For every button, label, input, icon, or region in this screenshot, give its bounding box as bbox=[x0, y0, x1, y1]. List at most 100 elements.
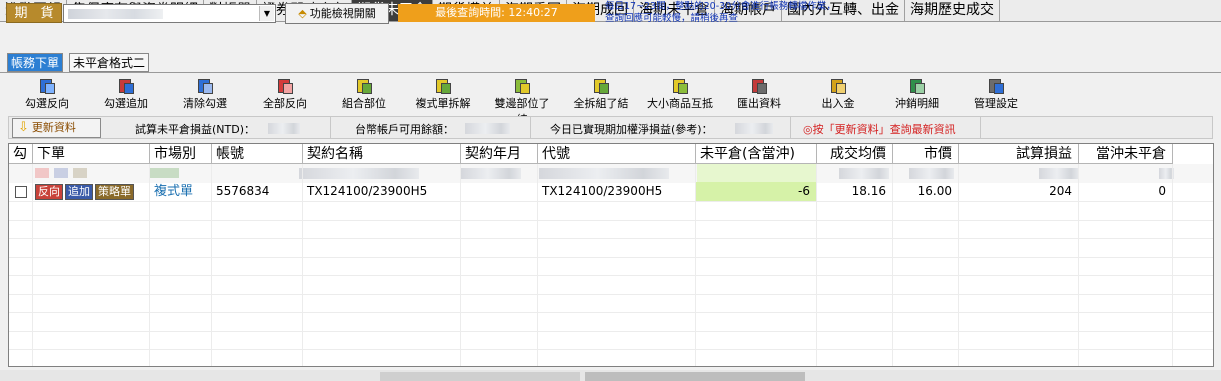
money-icon bbox=[831, 79, 846, 94]
futures-label: 期 貨 bbox=[6, 3, 62, 23]
row-checkbox-cell[interactable] bbox=[9, 182, 33, 201]
tool-button-4[interactable]: 組合部位 bbox=[333, 79, 395, 113]
tool-button-3[interactable]: 全部反向 bbox=[254, 79, 316, 113]
grid-line bbox=[537, 164, 538, 366]
offset-detail-icon bbox=[910, 79, 925, 94]
tool-button-6[interactable]: 雙邊部位了結 bbox=[491, 79, 553, 126]
account-select[interactable]: ▼ bbox=[63, 4, 276, 23]
grid-line bbox=[149, 164, 150, 366]
tool-button-10[interactable]: 出入金 bbox=[807, 79, 869, 113]
column-header-1[interactable]: 下單 bbox=[33, 144, 150, 164]
grid-line bbox=[9, 275, 1213, 276]
column-header-6[interactable]: 代號 bbox=[538, 144, 696, 164]
select-add-icon bbox=[119, 79, 134, 94]
tool-button-11[interactable]: 沖銷明細 bbox=[886, 79, 948, 113]
column-header-11[interactable]: 當沖未平倉 bbox=[1079, 144, 1173, 164]
masked-price bbox=[909, 168, 954, 179]
contract-month-cell bbox=[461, 182, 538, 201]
tool-label: 出入金 bbox=[821, 97, 855, 110]
grid-line bbox=[1078, 164, 1079, 366]
grid-line bbox=[9, 349, 1213, 350]
offset-icon bbox=[673, 79, 688, 94]
grid-line bbox=[892, 164, 893, 366]
tool-label: 清除勾選 bbox=[183, 97, 227, 110]
open-positions-table: 勾下單 市場別 帳號 契約名稱 契約年月 代號 未平倉(含當沖) 成交均價 市價 試算損益 當沖未平… bbox=[8, 143, 1214, 367]
notice-text: 每日17~23間，整點的20-30分會進行帳務轉檔作業， 查詢回應可能較慢，請稍… bbox=[605, 1, 885, 27]
grid-line bbox=[460, 164, 461, 366]
scrollbar-thumb[interactable] bbox=[585, 372, 805, 381]
masked-button bbox=[54, 168, 68, 178]
masked-account bbox=[68, 9, 163, 19]
trial-pl-label: 試算未平倉損益(NTD)： bbox=[135, 123, 256, 136]
grid-line bbox=[9, 220, 1213, 221]
table-row[interactable]: 反向 追加 策略單 複式單 5576834 TX124100/23900H5 TX1… bbox=[9, 182, 1213, 201]
masked-value bbox=[735, 123, 773, 134]
masked-contract bbox=[299, 168, 419, 179]
code-cell: TX124100/23900H5 bbox=[538, 182, 696, 201]
select-reverse-icon bbox=[40, 79, 55, 94]
grid-line bbox=[9, 238, 1213, 239]
tool-label: 勾選反向 bbox=[25, 97, 69, 110]
column-header-3[interactable]: 帳號 bbox=[212, 144, 303, 164]
masked-button bbox=[35, 168, 49, 178]
reverse-button[interactable]: 反向 bbox=[35, 183, 63, 200]
masked-value bbox=[465, 123, 510, 134]
add-button[interactable]: 追加 bbox=[65, 183, 93, 200]
grid-line bbox=[816, 164, 817, 366]
column-header-7[interactable]: 未平倉(含當沖) bbox=[696, 144, 817, 164]
top-tab-11[interactable]: 海期歷史成交 bbox=[905, 0, 1000, 21]
tool-label: 匯出資料 bbox=[737, 97, 781, 110]
masked-button bbox=[73, 168, 87, 178]
tool-label: 全部反向 bbox=[263, 97, 307, 110]
tool-button-7[interactable]: 全拆組了結 bbox=[566, 79, 636, 113]
tool-button-12[interactable]: 管理設定 bbox=[965, 79, 1027, 113]
split-complex-icon bbox=[436, 79, 451, 94]
strategy-button[interactable]: 策略單 bbox=[95, 183, 134, 200]
tab-order[interactable]: 帳務下單 bbox=[7, 53, 64, 72]
tool-button-2[interactable]: 清除勾選 bbox=[174, 79, 236, 113]
avg-price-cell: 18.16 bbox=[817, 182, 893, 201]
grid-line bbox=[9, 257, 1213, 258]
scrollbar-thumb[interactable] bbox=[380, 372, 580, 381]
column-header-5[interactable]: 契約年月 bbox=[461, 144, 538, 164]
grid-line bbox=[695, 164, 696, 366]
masked-value bbox=[268, 123, 300, 134]
tool-label: 管理設定 bbox=[974, 97, 1018, 110]
tool-button-1[interactable]: 勾選追加 bbox=[95, 79, 157, 113]
chevron-down-icon[interactable]: ▼ bbox=[259, 6, 274, 21]
masked-market bbox=[149, 168, 179, 178]
arrow-down-icon: ⇩ bbox=[18, 120, 29, 135]
tab-open-format2[interactable]: 未平倉格式二 bbox=[69, 53, 150, 72]
tool-label: 全拆組了結 bbox=[573, 97, 629, 110]
divider bbox=[980, 116, 981, 139]
masked-open-position bbox=[697, 164, 816, 183]
row-checkbox[interactable] bbox=[15, 185, 27, 198]
order-buttons-cell: 反向 追加 策略單 bbox=[33, 182, 150, 201]
split-close-icon bbox=[594, 79, 609, 94]
func-toggle-button[interactable]: ⬘ 功能檢視開關 bbox=[285, 3, 389, 24]
grid-line bbox=[9, 331, 1213, 332]
tool-button-0[interactable]: 勾選反向 bbox=[16, 79, 78, 113]
clear-select-icon bbox=[198, 79, 213, 94]
column-header-10[interactable]: 試算損益 bbox=[959, 144, 1079, 164]
update-button[interactable]: ⇩ 更新資料 bbox=[12, 118, 101, 138]
close-both-icon bbox=[515, 79, 530, 94]
column-header-0[interactable]: 勾 bbox=[9, 144, 33, 164]
masked-month bbox=[461, 168, 521, 179]
column-header-4[interactable]: 契約名稱 bbox=[303, 144, 461, 164]
grid-line bbox=[9, 294, 1213, 295]
masked-price bbox=[839, 168, 889, 179]
column-header-8[interactable]: 成交均價 bbox=[817, 144, 893, 164]
trial-pl-cell: 204 bbox=[959, 182, 1079, 201]
column-header-9[interactable]: 市價 bbox=[893, 144, 959, 164]
toggle-icon: ⬘ bbox=[298, 7, 307, 20]
available-label: 台幣帳戶可用餘額： bbox=[355, 123, 454, 136]
tool-button-8[interactable]: 大小商品互抵 bbox=[645, 79, 715, 113]
tool-label: 複式單拆解 bbox=[415, 97, 471, 110]
notice-line-1: 每日17~23間，整點的20-30分會進行帳務轉檔作業， bbox=[605, 1, 836, 12]
tool-button-5[interactable]: 複式單拆解 bbox=[412, 79, 474, 113]
last-query-time: 最後查詢時間: 12:40:27 bbox=[398, 4, 595, 22]
table-row[interactable] bbox=[9, 164, 1213, 183]
column-header-2[interactable]: 市場別 bbox=[150, 144, 212, 164]
tool-button-9[interactable]: 匯出資料 bbox=[728, 79, 790, 113]
